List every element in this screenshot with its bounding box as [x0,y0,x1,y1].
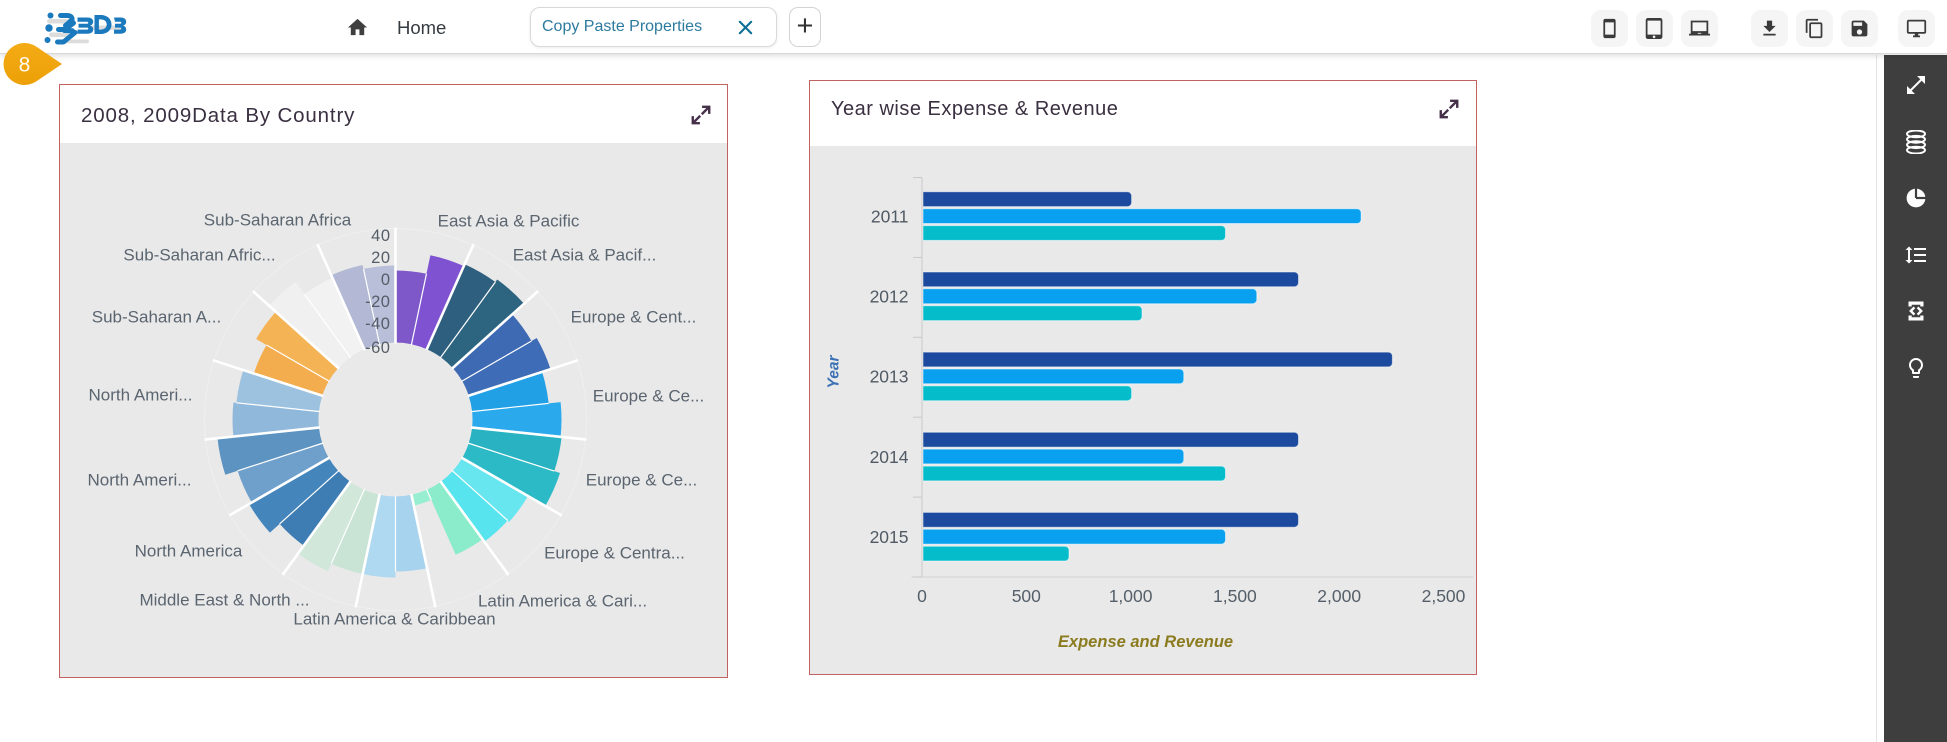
svg-text:Europe & Ce...: Europe & Ce... [592,386,704,405]
svg-text:2011: 2011 [870,206,908,226]
svg-text:Europe & Centra...: Europe & Centra... [544,543,685,562]
svg-text:2014: 2014 [869,446,908,466]
svg-text:2015: 2015 [869,526,908,546]
svg-text:-40: -40 [365,315,390,333]
svg-text:East Asia & Pacif...: East Asia & Pacif... [512,245,656,264]
svg-text:1,000: 1,000 [1108,586,1152,606]
svg-text:500: 500 [1011,586,1040,606]
svg-text:Middle East & North ...: Middle East & North ... [139,590,309,609]
svg-text:40: 40 [371,227,390,245]
svg-text:Sub-Saharan A...: Sub-Saharan A... [91,307,220,326]
svg-text:North America: North America [134,541,242,560]
svg-text:Year: Year [825,354,842,388]
svg-text:North Ameri...: North Ameri... [87,470,191,489]
svg-text:2,000: 2,000 [1317,586,1361,606]
svg-text:-20: -20 [365,293,390,311]
svg-text:8: 8 [19,54,31,77]
svg-text:-60: -60 [365,339,390,357]
svg-text:2,500: 2,500 [1421,586,1465,606]
svg-text:20: 20 [371,249,390,267]
svg-text:2013: 2013 [869,366,908,386]
svg-text:Europe & Cent...: Europe & Cent... [570,307,696,326]
svg-text:Europe & Ce...: Europe & Ce... [585,470,697,489]
svg-text:0: 0 [917,586,927,606]
svg-text:0: 0 [380,271,390,289]
svg-text:Sub-Saharan Afric...: Sub-Saharan Afric... [123,245,275,264]
svg-text:Latin America & Cari...: Latin America & Cari... [477,591,646,610]
svg-text:1,500: 1,500 [1213,586,1257,606]
svg-text:North Ameri...: North Ameri... [88,385,192,404]
svg-text:2012: 2012 [869,286,908,306]
svg-text:Latin America & Caribbean: Latin America & Caribbean [293,609,495,628]
svg-text:East Asia & Pacific: East Asia & Pacific [437,211,579,230]
svg-text:Expense and Revenue: Expense and Revenue [1057,633,1232,651]
svg-text:Sub-Saharan Africa: Sub-Saharan Africa [203,210,351,229]
